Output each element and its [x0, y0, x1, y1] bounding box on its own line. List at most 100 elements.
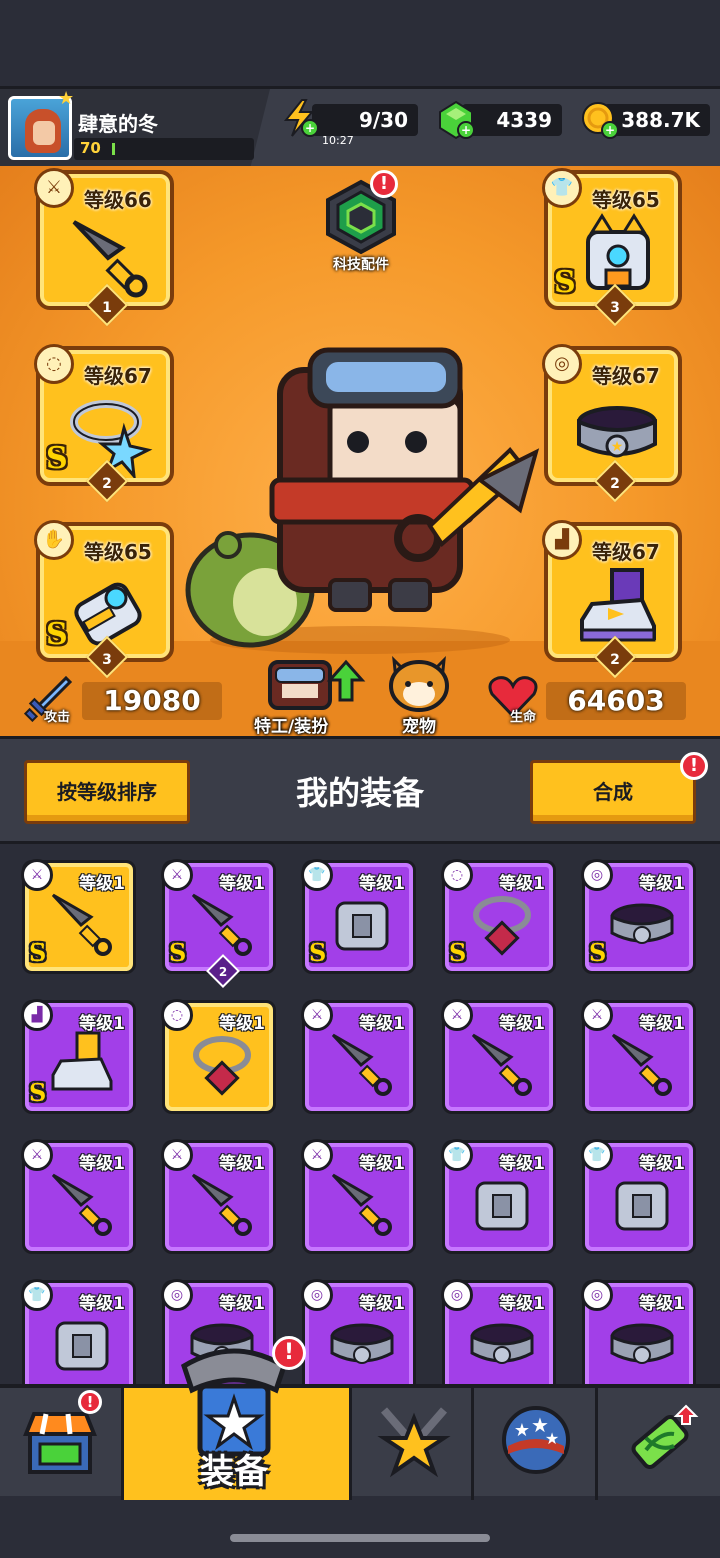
- item-type-armor-icon: 👕: [441, 1139, 473, 1171]
- slot-count: 1: [102, 300, 112, 316]
- slot-type-gloves-icon: ✋: [34, 520, 74, 560]
- armor-item-icon: [615, 1181, 669, 1231]
- inventory-item[interactable]: ⚔ 等级1: [581, 999, 696, 1114]
- item-level: 等级1: [359, 1014, 405, 1034]
- gem-icon[interactable]: +: [436, 100, 476, 140]
- item-type-weapon-icon: ⚔: [301, 999, 333, 1031]
- energy-timer: 10:27: [322, 134, 354, 147]
- attack-label: 攻击: [44, 710, 71, 725]
- item-level: 等级1: [219, 874, 265, 894]
- item-level: 等级1: [499, 1294, 545, 1314]
- inventory-item[interactable]: 👕 等级1: [441, 1139, 556, 1254]
- inventory-item[interactable]: 👕 等级1: [21, 1279, 136, 1384]
- slot-count: 2: [610, 652, 620, 668]
- energy-counter: 9/30: [312, 104, 418, 136]
- pet-label: 宠物: [402, 717, 436, 737]
- avatar-face: [33, 121, 55, 145]
- inventory-item[interactable]: ⚔ 等级1 S 2: [161, 859, 276, 988]
- merge-button[interactable]: 合成: [530, 760, 696, 824]
- svg-text:★: ★: [611, 439, 624, 455]
- weapon-item-icon: [331, 1173, 392, 1236]
- inventory-item[interactable]: ⚔ 等级1: [21, 1139, 136, 1254]
- coin-icon[interactable]: +: [580, 100, 620, 140]
- inventory-item[interactable]: ◌ 等级1 S: [441, 859, 556, 974]
- my-equipment-title: 我的装备: [295, 774, 424, 812]
- inventory-item[interactable]: ⚔ 等级1: [161, 1139, 276, 1254]
- tech-alert-badge: !: [370, 170, 398, 198]
- item-level: 等级1: [79, 1154, 125, 1174]
- inventory-item[interactable]: ◎ 等级1 S: [581, 859, 696, 974]
- item-type-belt-icon: ◎: [581, 1279, 613, 1311]
- slot-level: 等级65: [84, 540, 152, 564]
- nav-tab-shop[interactable]: [0, 1388, 124, 1500]
- inventory-item[interactable]: ◎ 等级1: [301, 1279, 416, 1384]
- sort-by-level-button[interactable]: 按等级排序: [24, 760, 190, 824]
- weapon-item-icon: [51, 1173, 112, 1236]
- item-level: 等级1: [499, 1014, 545, 1034]
- slot-level: 等级67: [592, 540, 660, 564]
- health-label: 生命: [510, 710, 537, 725]
- home-indicator[interactable]: [230, 1534, 490, 1542]
- item-type-belt-icon: ◎: [301, 1279, 333, 1311]
- item-level: 等级1: [359, 1294, 405, 1314]
- boots-item-icon: [51, 1031, 113, 1091]
- nav-tab-dna[interactable]: [598, 1388, 720, 1500]
- inventory-item[interactable]: ▟ 等级1 S: [21, 999, 136, 1114]
- item-level: 等级1: [639, 874, 685, 894]
- pet-button[interactable]: [386, 656, 452, 712]
- inventory-item[interactable]: ◎ 等级1: [581, 1279, 696, 1384]
- weapon-item-icon: [611, 1033, 672, 1096]
- item-level: 等级1: [219, 1294, 265, 1314]
- equip-slot-weapon[interactable]: ⚔ 等级66 1: [34, 168, 174, 327]
- item-level: 等级1: [359, 1154, 405, 1174]
- inventory-item[interactable]: ◌ 等级1: [161, 999, 276, 1114]
- item-level: 等级1: [79, 874, 125, 894]
- svg-text:★: ★: [545, 1429, 559, 1448]
- player-name: 肆意的冬: [78, 112, 158, 136]
- inventory-item[interactable]: ⚔ 等级1: [301, 1139, 416, 1254]
- s-rank-badge: S: [29, 938, 47, 967]
- necklace-item-icon: [193, 1036, 251, 1096]
- armor-item-icon: [475, 1181, 529, 1231]
- gem-counter: 4339: [462, 104, 562, 136]
- nav-tab-orbs[interactable]: ★ ★ ★: [474, 1388, 598, 1500]
- inventory-item[interactable]: ◎ 等级1: [441, 1279, 556, 1384]
- attack-value: 19080: [82, 682, 222, 720]
- item-type-weapon-icon: ⚔: [21, 1139, 53, 1171]
- s-rank-badge: S: [29, 1078, 47, 1107]
- svg-text:+: +: [305, 121, 315, 135]
- item-level: 等级1: [639, 1294, 685, 1314]
- hero-character[interactable]: [180, 340, 540, 660]
- inventory-item[interactable]: ⚔ 等级1: [301, 999, 416, 1114]
- inventory-item[interactable]: 👕 等级1 S: [301, 859, 416, 974]
- merge-alert-badge: !: [680, 752, 708, 780]
- game-screen: ★ 肆意的冬 70 9/30 + 10:27 4339 + 388.7K + ⚔…: [0, 0, 720, 1558]
- item-type-armor-icon: 👕: [21, 1279, 53, 1311]
- item-type-belt-icon: ◎: [581, 859, 613, 891]
- item-level: 等级1: [639, 1154, 685, 1174]
- item-level: 等级1: [639, 1014, 685, 1034]
- equip-slot-necklace[interactable]: ◌ 等级67 S 2: [34, 344, 174, 503]
- shop-icon: [23, 1412, 97, 1474]
- s-rank-badge: S: [46, 617, 68, 652]
- item-type-belt-icon: ◎: [161, 1279, 193, 1311]
- slot-count: 2: [610, 476, 620, 492]
- star-swords-icon: [377, 1407, 451, 1478]
- nav-tab-talents[interactable]: [352, 1388, 474, 1500]
- agent-outfit-button[interactable]: [266, 656, 366, 712]
- energy-bolt-icon[interactable]: +: [280, 98, 320, 138]
- item-type-necklace-icon: ◌: [161, 999, 193, 1031]
- equip-slot-boots[interactable]: ▟ 等级67 2: [542, 520, 682, 679]
- inventory-item[interactable]: ⚔ 等级1 S: [21, 859, 136, 974]
- agent-outfit-label: 特工/装扮: [254, 717, 329, 737]
- slot-type-boots-icon: ▟: [542, 520, 582, 560]
- status-area: [0, 0, 720, 90]
- item-type-armor-icon: 👕: [581, 1139, 613, 1171]
- slot-level: 等级67: [592, 364, 660, 388]
- equip-slot-gloves[interactable]: ✋ 等级65 S 3: [34, 520, 174, 679]
- inventory-item[interactable]: 👕 等级1: [581, 1139, 696, 1254]
- inventory-item[interactable]: ⚔ 等级1: [441, 999, 556, 1114]
- equip-slot-armor[interactable]: 👕 等级65 S 3: [542, 168, 682, 327]
- equip-slot-belt[interactable]: ★ ◎ 等级67 2: [542, 344, 682, 503]
- s-rank-badge: S: [46, 441, 68, 476]
